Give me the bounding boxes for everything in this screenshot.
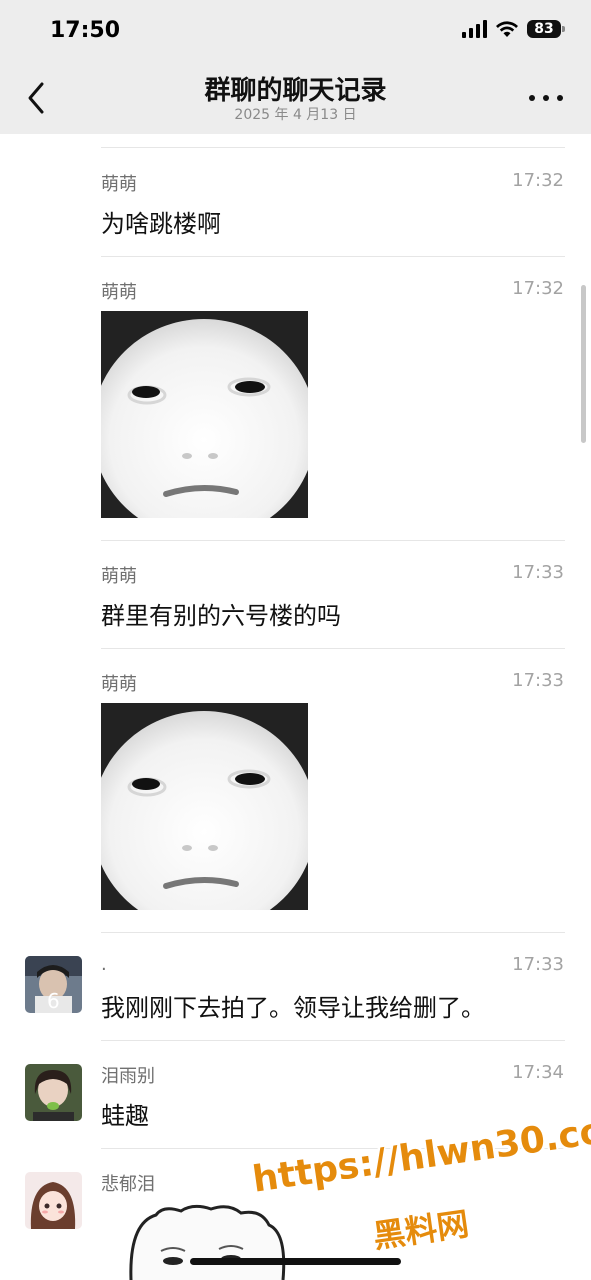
message-time: 17:33 [512, 954, 564, 975]
signal-icon [462, 20, 487, 38]
message-sender: 悲郁泪 [101, 1174, 155, 1195]
avatar[interactable]: 6 [25, 956, 82, 1013]
face-sticker[interactable] [101, 703, 308, 910]
page-title: 群聊的聊天记录 [204, 76, 387, 106]
message-sender: . [101, 954, 107, 975]
wifi-icon [496, 21, 518, 37]
message-text: 蛙趣 [101, 1102, 149, 1130]
status-time: 17:50 [50, 18, 121, 43]
page-subtitle-date: 2025 年 4 月13 日 [234, 107, 357, 123]
message-item[interactable]: 萌萌 17:33 [0, 648, 591, 933]
face-sticker[interactable] [101, 311, 308, 518]
message-item[interactable]: 萌萌 17:32 为啥跳楼啊 [0, 148, 591, 257]
message-sender: 萌萌 [101, 674, 137, 695]
message-sender: 萌萌 [101, 174, 137, 195]
status-icons: 83 [462, 20, 565, 38]
message-item[interactable]: 萌萌 17:32 [0, 256, 591, 541]
message-text: 为啥跳楼啊 [101, 210, 221, 238]
message-text: 群里有别的六号楼的吗 [101, 602, 341, 630]
message-time: 17:33 [512, 562, 564, 583]
avatar[interactable] [25, 1172, 82, 1229]
battery-icon: 83 [527, 20, 565, 38]
more-options-icon[interactable] [529, 84, 563, 112]
home-indicator[interactable] [190, 1258, 401, 1265]
message-time: 17:34 [512, 1062, 564, 1083]
watermark: https://hlwn30.com 黑料网 [250, 1105, 591, 1270]
message-time: 17:32 [512, 170, 564, 191]
message-time: 17:33 [512, 670, 564, 691]
message-text: 我刚刚下去拍了。领导让我给删了。 [101, 994, 485, 1022]
message-time: 17:32 [512, 278, 564, 299]
message-sender: 萌萌 [101, 566, 137, 587]
watermark-text: 黑料网 [370, 1204, 472, 1256]
message-item[interactable]: 6 . 17:33 我刚刚下去拍了。领导让我给删了。 [0, 932, 591, 1041]
status-bar: 17:50 83 [0, 0, 591, 62]
avatar[interactable] [25, 1064, 82, 1121]
chat-header: 群聊的聊天记录 2025 年 4 月13 日 [0, 62, 591, 134]
message-sender: 萌萌 [101, 282, 137, 303]
scrollbar[interactable] [581, 285, 586, 443]
svg-text:6: 6 [47, 989, 60, 1013]
message-item[interactable]: 萌萌 17:33 群里有别的六号楼的吗 [0, 540, 591, 649]
message-sender: 泪雨别 [101, 1066, 155, 1087]
